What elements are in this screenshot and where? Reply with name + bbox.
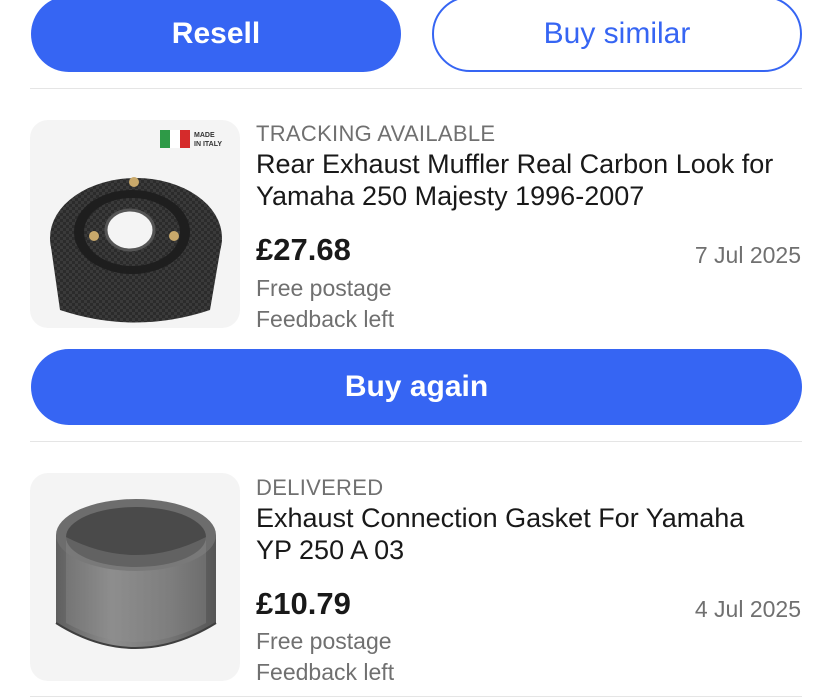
feedback-status: Feedback left <box>256 659 395 685</box>
item-title-line1: Rear Exhaust Muffler Real Carbon Look fo… <box>256 149 774 179</box>
postage-info: Free postage <box>256 628 392 654</box>
order-status: TRACKING AVAILABLE <box>256 121 496 146</box>
buy-again-button-label: Buy again <box>344 370 489 403</box>
divider <box>30 696 802 697</box>
gasket-ring-image <box>55 499 217 649</box>
item-price: £10.79 <box>256 586 351 621</box>
item-title-line2: YP 250 A 03 <box>256 535 405 565</box>
divider <box>30 441 802 442</box>
italian-flag-icon: MADE IN ITALY <box>160 130 222 148</box>
item-title[interactable]: Exhaust Connection Gasket For Yamaha YP … <box>256 502 806 566</box>
postage-info: Free postage <box>256 275 392 301</box>
resell-button[interactable]: Resell <box>31 0 401 72</box>
order-status: DELIVERED <box>256 475 384 500</box>
buy-similar-button[interactable]: Buy similar <box>432 0 802 72</box>
item-title[interactable]: Rear Exhaust Muffler Real Carbon Look fo… <box>256 148 806 212</box>
feedback-status: Feedback left <box>256 306 395 332</box>
product-image-gasket[interactable] <box>30 473 240 681</box>
product-image-muffler[interactable]: MADE IN ITALY <box>30 120 240 328</box>
divider <box>30 88 802 89</box>
badge-line2: IN ITALY <box>194 141 222 148</box>
item-title-line1: Exhaust Connection Gasket For Yamaha <box>256 503 745 533</box>
buy-similar-button-label: Buy similar <box>543 17 691 50</box>
order-date: 7 Jul 2025 <box>694 242 801 268</box>
made-in-italy-badge: MADE IN ITALY <box>160 126 232 159</box>
item-price: £27.68 <box>256 232 351 267</box>
item-title-line2: Yamaha 250 Majesty 1996-2007 <box>256 181 645 211</box>
buy-again-button[interactable]: Buy again <box>31 349 802 425</box>
order-date: 4 Jul 2025 <box>694 596 801 622</box>
badge-line1: MADE <box>194 132 215 139</box>
resell-button-label: Resell <box>171 17 261 50</box>
